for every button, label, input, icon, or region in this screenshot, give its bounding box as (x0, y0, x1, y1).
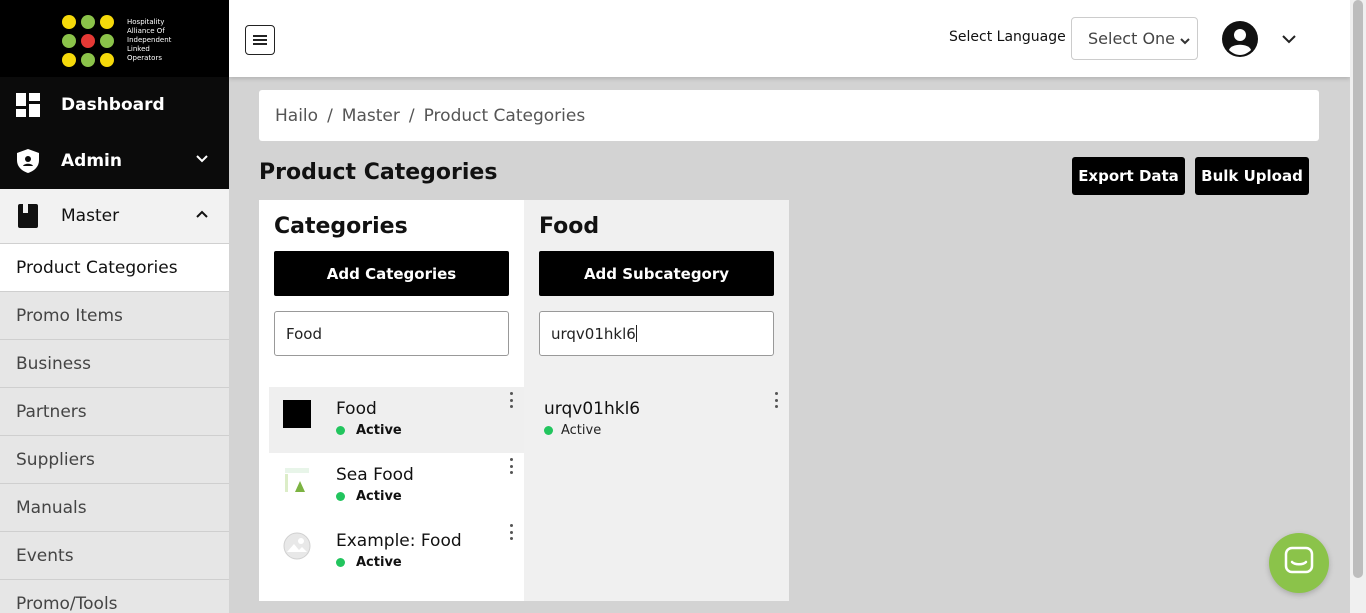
sidebar-item-dashboard[interactable]: Dashboard (0, 77, 229, 133)
scrollbar-thumb[interactable] (1353, 0, 1363, 578)
more-options-icon[interactable] (508, 524, 514, 540)
category-name: Food (336, 399, 377, 419)
sidebar-item-product-categories[interactable]: Product Categories (0, 244, 229, 292)
book-icon (16, 204, 40, 228)
more-options-icon[interactable] (773, 392, 779, 408)
category-thumbnail (283, 466, 311, 494)
placeholder-image-icon (283, 532, 311, 560)
breadcrumb-item[interactable]: Hailo (275, 106, 318, 126)
sidebar-item-label: Dashboard (61, 95, 165, 115)
language-select[interactable]: Select One (1071, 17, 1198, 60)
category-row[interactable]: Sea Food Active (269, 453, 524, 519)
category-search-input[interactable]: Food (274, 311, 509, 356)
category-name: Sea Food (336, 465, 414, 485)
bulk-upload-button[interactable]: Bulk Upload (1195, 157, 1309, 195)
shield-icon (16, 149, 40, 173)
active-dot-icon (544, 426, 553, 435)
chevron-down-icon (195, 151, 209, 170)
language-label: Select Language (949, 29, 1066, 45)
categories-panel: Categories Add Categories Food Food Acti… (259, 200, 524, 601)
breadcrumb-separator: / (327, 105, 333, 126)
subcategory-row[interactable]: urqv01hkl6 Active (534, 387, 789, 453)
page-title: Product Categories (259, 160, 498, 185)
chat-launcher-button[interactable] (1269, 533, 1329, 593)
logo[interactable]: Hospitality Alliance Of Independent Link… (0, 0, 229, 77)
sidebar-item-suppliers[interactable]: Suppliers (0, 436, 229, 484)
sidebar-item-label: Admin (61, 151, 122, 171)
top-bar: Select Language Select One (229, 0, 1350, 77)
active-dot-icon (336, 426, 345, 435)
more-options-icon[interactable] (508, 458, 514, 474)
sidebar: Hospitality Alliance Of Independent Link… (0, 0, 229, 613)
sidebar-item-manuals[interactable]: Manuals (0, 484, 229, 532)
sidebar-item-business[interactable]: Business (0, 340, 229, 388)
sidebar-item-label: Master (61, 206, 120, 226)
category-name: Example: Food (336, 531, 462, 551)
chevron-up-icon (195, 206, 209, 225)
sidebar-item-promo-items[interactable]: Promo Items (0, 292, 229, 340)
category-row[interactable]: Food Active (269, 387, 524, 453)
sidebar-item-partners[interactable]: Partners (0, 388, 229, 436)
user-menu-chevron-icon[interactable] (1281, 31, 1297, 51)
logo-text: Hospitality Alliance Of Independent Link… (127, 18, 172, 62)
breadcrumb-item[interactable]: Master (342, 106, 400, 126)
breadcrumb: Hailo / Master / Product Categories (259, 90, 1319, 141)
sidebar-item-events[interactable]: Events (0, 532, 229, 580)
category-row[interactable]: Example: Food Active (269, 519, 524, 585)
add-categories-button[interactable]: Add Categories (274, 251, 509, 296)
chevron-down-icon (1179, 32, 1191, 51)
sidebar-item-master[interactable]: Master (0, 189, 229, 244)
sidebar-item-admin[interactable]: Admin (0, 133, 229, 189)
breadcrumb-separator: / (408, 105, 415, 126)
menu-toggle-button[interactable] (245, 25, 275, 55)
user-avatar[interactable] (1222, 21, 1258, 57)
sidebar-item-promo-tools[interactable]: Promo/Tools (0, 580, 229, 613)
export-data-button[interactable]: Export Data (1072, 157, 1185, 195)
active-dot-icon (336, 558, 345, 567)
add-subcategory-button[interactable]: Add Subcategory (539, 251, 774, 296)
subcategory-name: urqv01hkl6 (544, 399, 641, 419)
subcategory-search-input[interactable]: urqv01hkl6 (539, 311, 774, 356)
active-dot-icon (336, 492, 345, 501)
status-badge: Active (544, 423, 601, 438)
breadcrumb-current: Product Categories (423, 105, 586, 126)
hamburger-icon (253, 31, 267, 50)
logo-mark (62, 15, 114, 67)
categories-title: Categories (274, 214, 408, 239)
page-scrollbar[interactable] (1350, 0, 1366, 613)
language-select-value: Select One (1088, 29, 1176, 48)
status-badge: Active (336, 489, 402, 504)
subcategories-panel: Food Add Subcategory urqv01hkl6 urqv01hk… (524, 200, 789, 601)
dashboard-icon (16, 93, 40, 117)
chat-icon (1284, 546, 1314, 580)
subcategories-title: Food (539, 214, 600, 239)
status-badge: Active (336, 423, 402, 438)
status-badge: Active (336, 555, 402, 570)
category-thumbnail (283, 400, 311, 428)
more-options-icon[interactable] (508, 392, 514, 408)
